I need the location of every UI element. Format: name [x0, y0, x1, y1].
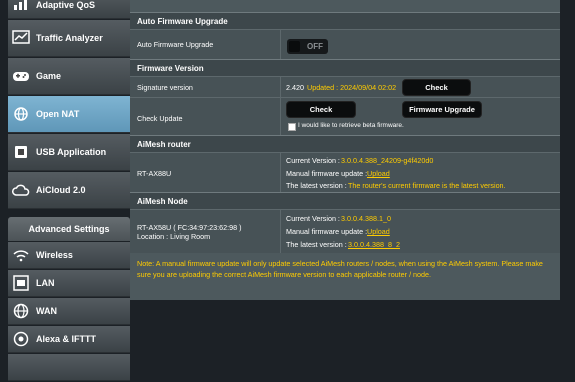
- sidebar-item-more[interactable]: [8, 354, 130, 381]
- router-current-value: 3.0.0.4.388_24209-g4f420d0: [341, 156, 434, 165]
- sidebar-item-label: Game: [36, 71, 62, 81]
- sidebar-item-label: Traffic Analyzer: [36, 33, 103, 43]
- node-latest-label: The latest version :: [286, 240, 347, 249]
- node-latest-link[interactable]: 3.0.0.4.388_8_2: [348, 240, 400, 249]
- lan-icon: [12, 274, 30, 292]
- sidebar-item-label: Adaptive QoS: [36, 0, 96, 10]
- alexa-icon: [12, 330, 30, 348]
- aimesh-node-row: RT-AX58U ( FC:34:97:23:62:98 ) Location …: [130, 209, 560, 253]
- signature-row: Signature version 2.420 Updated : 2024/0…: [130, 76, 560, 97]
- sidebar-item-label: Wireless: [36, 250, 73, 260]
- wan-icon: [12, 302, 30, 320]
- signature-label: Signature version: [137, 83, 193, 92]
- aimesh-note: Note: A manual firmware update will only…: [137, 259, 543, 279]
- game-icon: [12, 67, 30, 85]
- aimesh-node-heading: AiMesh Node: [130, 192, 560, 209]
- advanced-settings-heading: Advanced Settings: [8, 217, 130, 241]
- node-manual-label: Manual firmware update :: [286, 227, 368, 236]
- auto-upgrade-label: Auto Firmware Upgrade: [137, 40, 214, 49]
- auto-upgrade-heading: Auto Firmware Upgrade: [130, 12, 560, 29]
- firmware-panel: Auto Firmware Upgrade Auto Firmware Upgr…: [130, 0, 560, 300]
- traffic-analyzer-icon: [12, 29, 30, 47]
- wireless-icon: [12, 246, 30, 264]
- open-nat-icon: [12, 105, 30, 123]
- page-scrollbar[interactable]: [560, 0, 575, 300]
- auto-upgrade-toggle[interactable]: OFF: [287, 39, 328, 54]
- sidebar-item-wireless[interactable]: Wireless: [8, 242, 130, 269]
- sidebar-item-alexa-ifttt[interactable]: Alexa & IFTTT: [8, 326, 130, 353]
- signature-version: 2.420: [286, 83, 304, 92]
- sidebar-item-wan[interactable]: WAN: [8, 298, 130, 325]
- toggle-state: OFF: [307, 42, 323, 51]
- sidebar-item-label: LAN: [36, 278, 55, 288]
- sidebar-item-open-nat[interactable]: Open NAT: [8, 96, 130, 133]
- beta-label: I would like to retrieve beta firmware.: [298, 122, 404, 129]
- node-current-value: 3.0.0.4.388.1_0: [341, 214, 391, 223]
- signature-check-button[interactable]: Check: [402, 79, 471, 96]
- router-upload-link[interactable]: Upload: [367, 169, 390, 178]
- sidebar-item-usb-application[interactable]: USB Application: [8, 134, 130, 171]
- node-location: Location : Living Room: [137, 232, 211, 241]
- node-current-label: Current Version :: [286, 214, 340, 223]
- sidebar-item-label: WAN: [36, 306, 57, 316]
- sidebar-item-label: USB Application: [36, 147, 107, 157]
- sidebar-item-traffic-analyzer[interactable]: Traffic Analyzer: [8, 20, 130, 57]
- firmware-upgrade-button[interactable]: Firmware Upgrade: [402, 101, 482, 118]
- sidebar-item-adaptive-qos[interactable]: Adaptive QoS: [8, 0, 130, 19]
- aimesh-router-row: RT-AX88U Current Version : 3.0.0.4.388_2…: [130, 152, 560, 192]
- router-latest-label: The latest version :: [286, 181, 347, 190]
- router-model: RT-AX88U: [137, 169, 172, 178]
- sidebar-item-label: Open NAT: [36, 109, 80, 119]
- signature-updated: Updated : 2024/09/04 02:02: [307, 83, 397, 92]
- beta-checkbox[interactable]: [288, 123, 296, 131]
- check-update-button[interactable]: Check: [286, 101, 356, 118]
- sidebar-item-lan[interactable]: LAN: [8, 270, 130, 297]
- sidebar-item-label: Alexa & IFTTT: [36, 334, 97, 344]
- firmware-version-heading: Firmware Version: [130, 59, 560, 76]
- node-model: RT-AX58U ( FC:34:97:23:62:98 ): [137, 223, 242, 232]
- aicloud-icon: [12, 181, 30, 199]
- aimesh-router-heading: AiMesh router: [130, 135, 560, 152]
- sidebar-item-aicloud[interactable]: AiCloud 2.0: [8, 172, 130, 209]
- router-manual-label: Manual firmware update :: [286, 169, 368, 178]
- router-latest-value: The router's current firmware is the lat…: [348, 181, 506, 190]
- router-current-label: Current Version :: [286, 156, 340, 165]
- usb-icon: [12, 143, 30, 161]
- auto-upgrade-row: Auto Firmware Upgrade OFF: [130, 29, 560, 59]
- sidebar: Adaptive QoS Traffic Analyzer Game Open …: [8, 0, 130, 381]
- check-update-label: Check Update: [137, 114, 183, 123]
- node-upload-link[interactable]: Upload: [367, 227, 390, 236]
- sidebar-item-game[interactable]: Game: [8, 58, 130, 95]
- adaptive-qos-icon: [12, 0, 30, 14]
- sidebar-item-label: AiCloud 2.0: [36, 185, 86, 195]
- check-update-row: Check Update Check Firmware Upgrade I wo…: [130, 97, 560, 135]
